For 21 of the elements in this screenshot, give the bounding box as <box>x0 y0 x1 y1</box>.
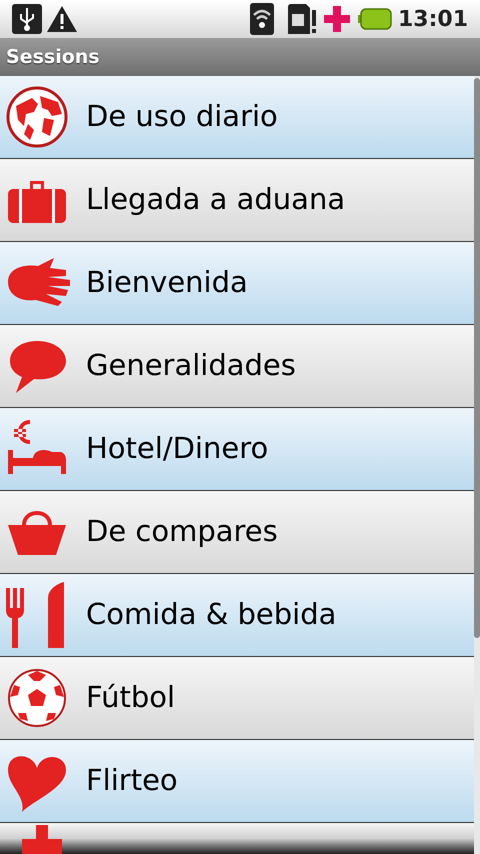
session-item[interactable]: Bienvenida <box>0 242 474 325</box>
usb-icon <box>12 4 42 34</box>
session-item[interactable]: Llegada a aduana <box>0 159 474 242</box>
session-item[interactable]: De uso diario <box>0 76 474 159</box>
session-item[interactable] <box>0 823 474 854</box>
clock-time: 13:01 <box>398 6 468 34</box>
scrollbar-thumb[interactable] <box>474 78 480 638</box>
session-item[interactable]: De compares <box>0 491 474 574</box>
cross-icon <box>324 6 350 32</box>
sim-card-icon <box>288 4 316 34</box>
battery-icon <box>358 8 392 30</box>
globe-icon <box>4 84 70 150</box>
session-item[interactable]: Hotel/Dinero <box>0 408 474 491</box>
session-item[interactable]: Fútbol <box>0 657 474 740</box>
screen-title: Sessions <box>6 44 100 70</box>
session-item[interactable]: Generalidades <box>0 325 474 408</box>
warning-icon <box>46 5 78 33</box>
session-item[interactable]: Comida & bebida <box>0 574 474 657</box>
session-item[interactable]: Flirteo <box>0 740 474 823</box>
cross-icon <box>22 823 62 854</box>
wifi-icon <box>250 3 274 35</box>
